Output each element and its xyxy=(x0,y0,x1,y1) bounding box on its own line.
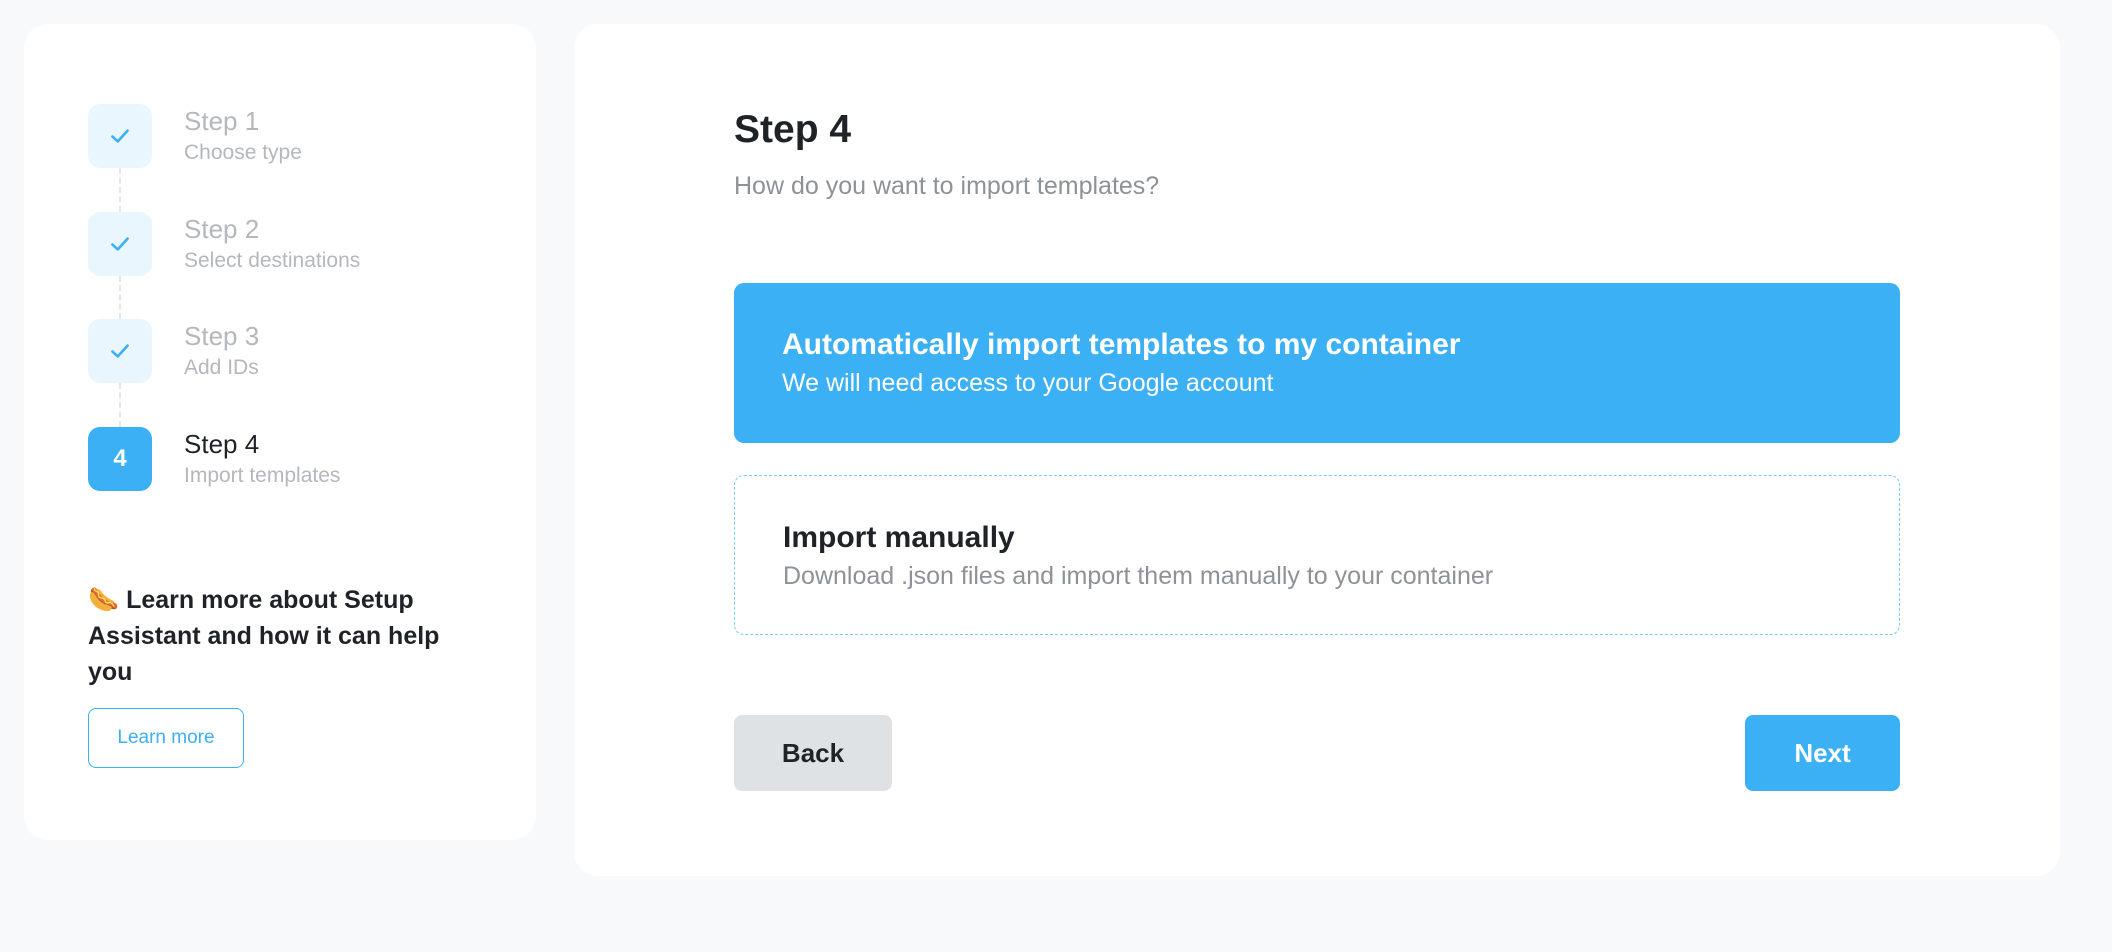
step-badge-active: 4 xyxy=(88,426,152,491)
step-badge-completed xyxy=(88,211,152,276)
step-badge-completed xyxy=(88,104,152,168)
step-subtitle: Choose type xyxy=(184,141,302,165)
page-title: Step 4 xyxy=(734,108,852,151)
learn-more-text: Learn more about Setup Assistant and how… xyxy=(88,586,440,686)
step-title: Step 3 xyxy=(184,321,260,351)
check-icon xyxy=(111,129,129,143)
main-panel: Step 4 How do you want to import templat… xyxy=(574,24,2060,876)
wizard-actions: Back Next xyxy=(734,715,1900,791)
step-subtitle: Select destinations xyxy=(184,248,361,272)
page-subtitle: How do you want to import templates? xyxy=(734,172,1160,200)
learn-more-button[interactable]: Learn more xyxy=(88,708,244,768)
step-item-2[interactable]: Step 2 Select destinations xyxy=(88,211,472,319)
main-content: Step 4 How do you want to import templat… xyxy=(734,24,1900,791)
step-badge-completed xyxy=(88,319,152,383)
setup-sidebar: Step 1 Choose type Step 2 Select destina… xyxy=(24,24,536,840)
step-title: Step 1 xyxy=(184,106,260,136)
step-connector xyxy=(119,168,121,212)
check-icon xyxy=(111,236,129,251)
option-title: Automatically import templates to my con… xyxy=(782,328,1461,361)
option-title: Import manually xyxy=(783,521,1015,554)
hotdog-emoji-icon: 🌭 xyxy=(88,586,120,614)
check-icon xyxy=(111,344,129,358)
step-subtitle: Import templates xyxy=(184,463,341,487)
option-subtitle: Download .json files and import them man… xyxy=(783,562,1494,590)
step-subtitle: Add IDs xyxy=(184,356,259,380)
back-button[interactable]: Back xyxy=(734,715,892,791)
step-connector xyxy=(119,383,121,427)
step-connector xyxy=(119,275,121,319)
option-subtitle: We will need access to your Google accou… xyxy=(782,369,1274,397)
step-item-1[interactable]: Step 1 Choose type xyxy=(88,104,472,212)
auto-import-option[interactable]: Automatically import templates to my con… xyxy=(734,283,1900,443)
step-item-3[interactable]: Step 3 Add IDs xyxy=(88,319,472,427)
step-item-4[interactable]: 4 Step 4 Import templates xyxy=(88,426,472,535)
manual-import-option[interactable]: Import manually Download .json files and… xyxy=(734,475,1900,635)
next-button[interactable]: Next xyxy=(1745,715,1900,791)
learn-more-heading: 🌭 Learn more about Setup Assistant and h… xyxy=(88,582,468,690)
step-list: Step 1 Choose type Step 2 Select destina… xyxy=(88,104,472,534)
step-title: Step 2 xyxy=(184,213,260,244)
step-title: Step 4 xyxy=(184,428,260,459)
